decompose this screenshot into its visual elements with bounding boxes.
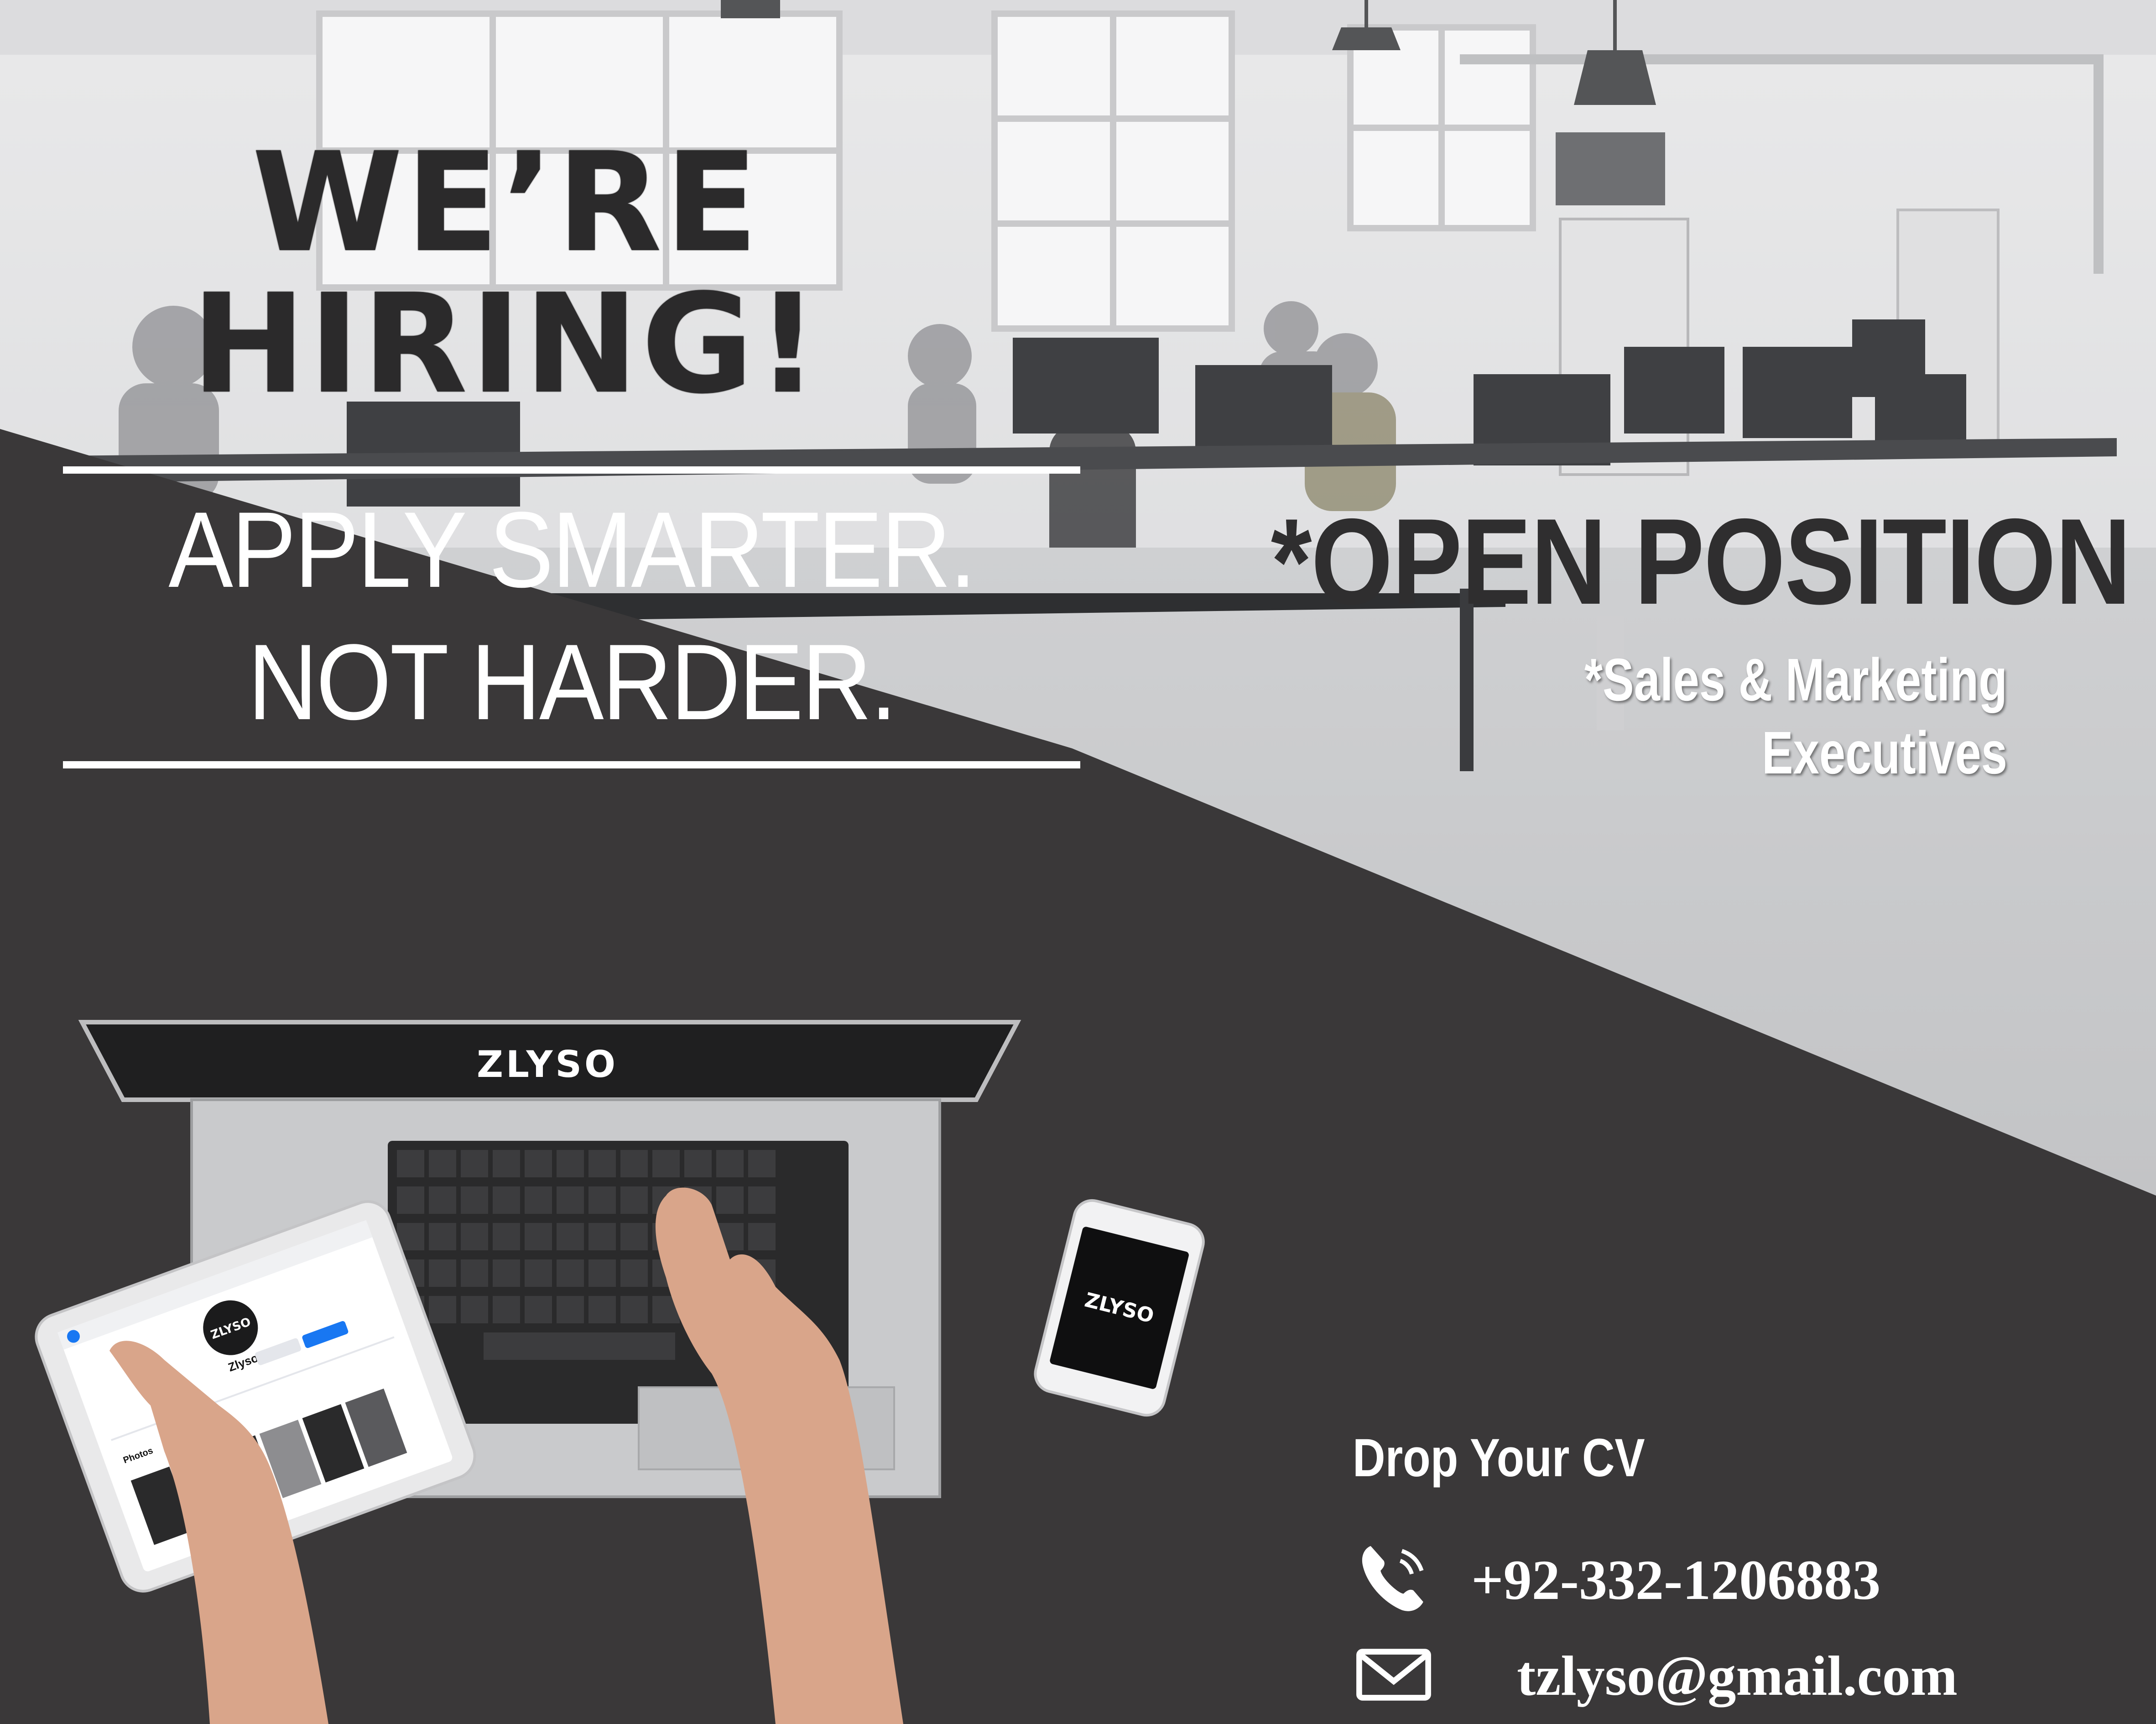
headline-line-2: HIRING! — [191, 265, 822, 424]
hiring-poster: WE’RE HIRING! APPLY SMARTER. NOT HARDER.… — [0, 0, 2156, 1724]
drop-cv-title: Drop Your CV — [1353, 1428, 1645, 1488]
phone-number[interactable]: +92-332-1206883 — [1471, 1546, 1880, 1614]
tagline: APPLY SMARTER. NOT HARDER. — [114, 484, 1030, 748]
headline-line-1: WE’RE — [252, 123, 761, 282]
email-contact[interactable]: tzlyso@gmail.com — [1353, 1634, 2128, 1724]
headline: WE’RE HIRING! — [78, 132, 935, 415]
phone: ZLYSO — [1034, 1199, 1205, 1417]
email-address[interactable]: tzlyso@gmail.com — [1517, 1642, 1958, 1710]
bottom-divider — [63, 761, 1080, 768]
open-position-role: *Sales & Marketing Executives — [1584, 646, 2007, 786]
mail-icon — [1356, 1649, 1431, 1701]
phone-icon — [1362, 1546, 1424, 1611]
tagline-line-2: NOT HARDER. — [248, 622, 897, 742]
devices-illustration: ZLYSO ZLYSO Zlyso Photos ZLYSO — [35, 1020, 1205, 1724]
top-divider — [63, 466, 1080, 474]
tagline-line-1: APPLY SMARTER. — [168, 490, 976, 610]
laptop-logo: ZLYSO — [477, 1043, 618, 1086]
open-position-title: *OPEN POSITION — [1271, 493, 2131, 630]
phone-contact[interactable]: +92-332-1206883 — [1353, 1538, 2128, 1629]
